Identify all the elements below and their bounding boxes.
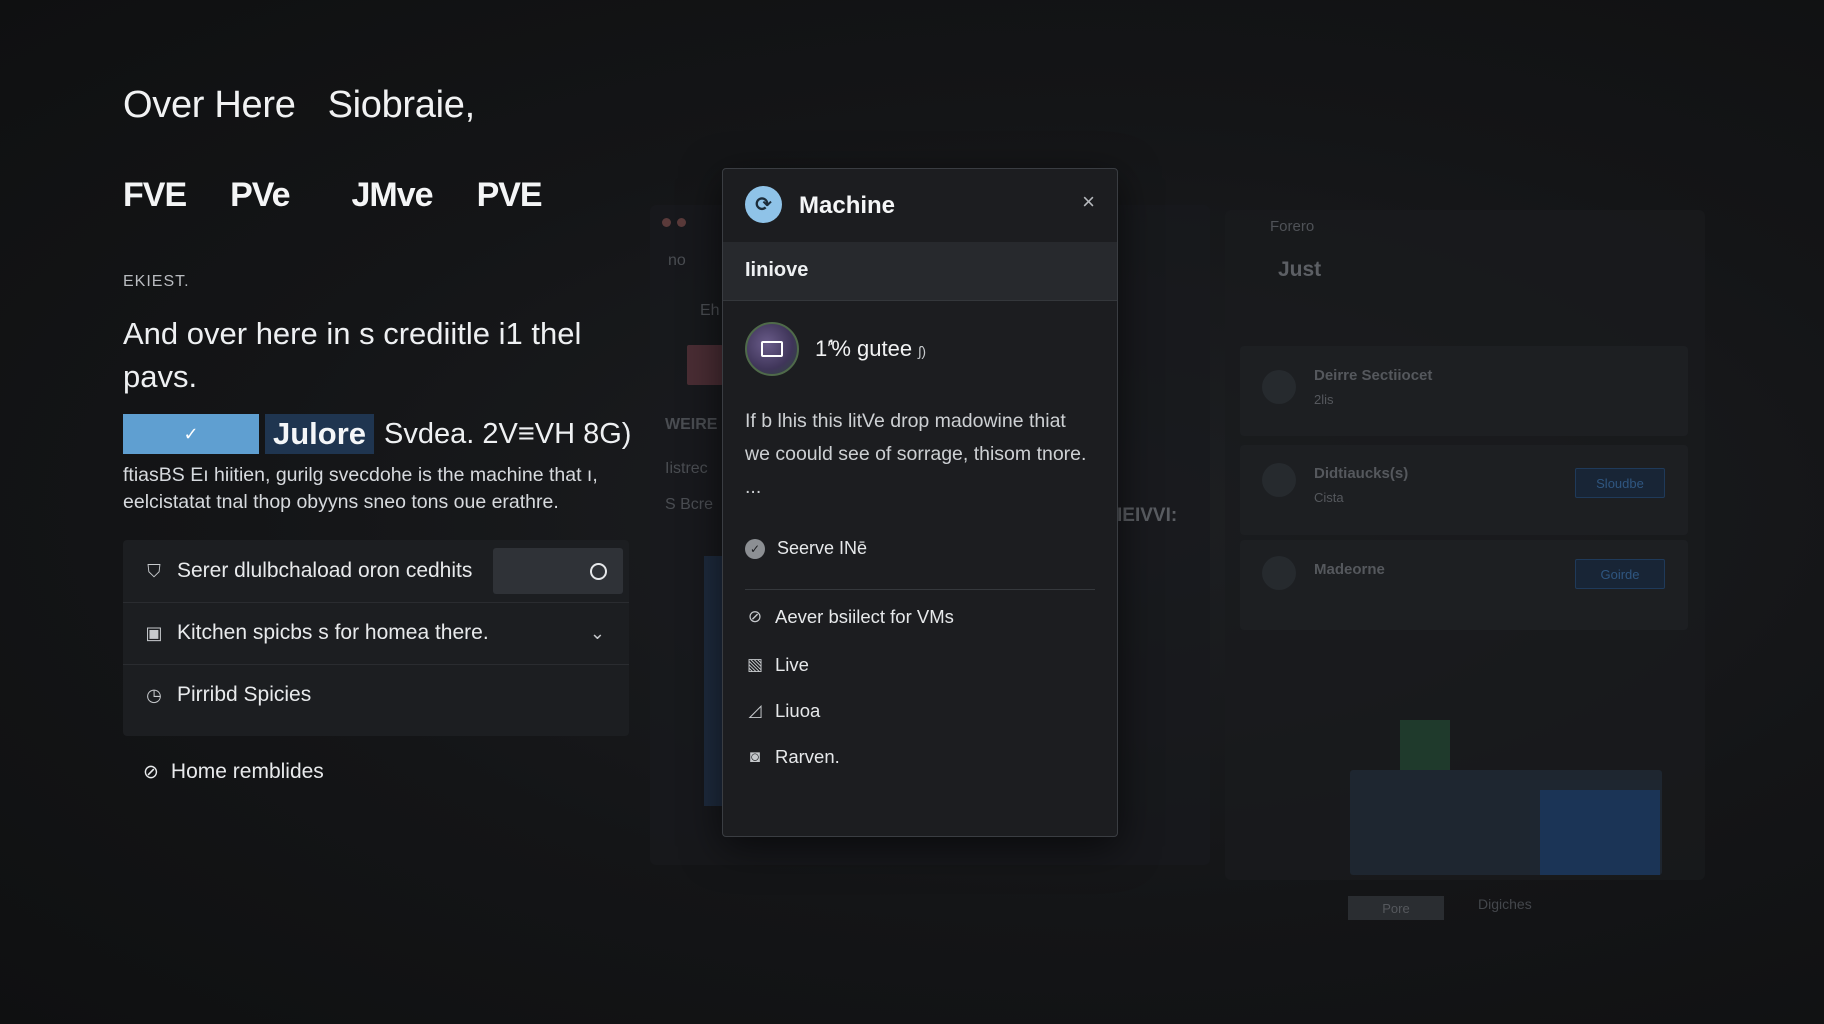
selected-chip[interactable]: Julore bbox=[265, 414, 375, 454]
list-item-label: Rarven. bbox=[775, 746, 840, 767]
bg-card-name: Deirre Sectiiocet bbox=[1314, 367, 1433, 384]
check-icon: ✓ bbox=[183, 423, 199, 444]
description: ftiasBS Eı hiitien, gurilg svecdohe is t… bbox=[123, 464, 598, 513]
selector-row: ✓ Julore Svdea. 2V≡VH 8G) bbox=[123, 413, 631, 455]
tab-jmve[interactable]: JMve bbox=[352, 176, 434, 214]
bg-thumbnail bbox=[687, 345, 723, 385]
tab-pve[interactable]: PVe bbox=[230, 176, 290, 214]
options-card: ⛉ Serer dlulbchaload oron cedhits ▣ Kitc… bbox=[123, 540, 629, 736]
bg-footer-button: Pore bbox=[1348, 896, 1444, 920]
monitor-icon: ▣ bbox=[145, 622, 163, 643]
hero-title-part: Over Here bbox=[123, 84, 296, 126]
status-value: 1′̓% gutee bbox=[815, 336, 913, 361]
machine-modal: ⟳ Machine × Iiniove 1′̓% gutee ʃ) If b l… bbox=[722, 168, 1118, 837]
bg-card bbox=[1240, 346, 1688, 436]
tab-pve-2[interactable]: PVE bbox=[477, 176, 543, 214]
bg-row-label: Eh bbox=[700, 302, 720, 319]
hero-title-part: Siobraie, bbox=[327, 84, 476, 126]
bg-mid-label: IEIVVI: bbox=[1117, 505, 1178, 526]
clock-icon: ◷ bbox=[146, 684, 162, 705]
option-label: Serer dlulbchaload oron cedhits bbox=[177, 559, 473, 582]
bg-chart-bar bbox=[1540, 790, 1660, 875]
serve-label: Seerve INē bbox=[777, 538, 868, 558]
circle-check-icon: ⊘ bbox=[143, 761, 159, 783]
option-row[interactable]: ⛉ Serer dlulbchaload oron cedhits bbox=[123, 540, 629, 603]
machine-logo-icon: ⟳ bbox=[745, 186, 782, 223]
bg-card-avatar bbox=[1262, 463, 1296, 497]
close-icon[interactable]: × bbox=[1082, 191, 1095, 213]
headline: And over here in s crediitle i1 thel pav… bbox=[123, 316, 582, 394]
bg-footer-link: Digiches bbox=[1478, 896, 1532, 912]
modal-list-item[interactable]: ◙ Rarven. bbox=[745, 746, 840, 768]
bg-line: S Bcre bbox=[665, 496, 714, 513]
bg-card-name: Madeorne bbox=[1314, 561, 1385, 578]
option-row[interactable]: ▣ Kitchen spicbs s for homea there. ⌄ bbox=[123, 602, 629, 665]
toggle-knob bbox=[590, 563, 607, 580]
option-label: Pirribd Spicies bbox=[177, 683, 312, 706]
option-label: Kitchen spicbs s for homea there. bbox=[177, 621, 489, 644]
chevron-down-icon[interactable]: ⌄ bbox=[590, 623, 605, 644]
bg-card-name: Didtiaucks(s) bbox=[1314, 465, 1409, 482]
divider bbox=[745, 589, 1095, 590]
selector-tail-text: Svdea. 2V≡VH 8G) bbox=[384, 417, 632, 450]
shield-icon: ⛉ bbox=[147, 560, 161, 581]
status-suffix: ʃ) bbox=[918, 343, 926, 359]
window-controls bbox=[662, 214, 692, 232]
bg-tab-label: no bbox=[668, 252, 686, 269]
eyebrow-label: EKIEST. bbox=[123, 273, 190, 290]
modal-header: ⟳ Machine × bbox=[723, 169, 1117, 242]
modal-body-text: If b lhis this litVe drop madowine thiat… bbox=[745, 410, 1087, 498]
tab-bar: FVE PVe JMve PVE bbox=[123, 176, 586, 215]
edit-icon: ◿ bbox=[748, 701, 762, 720]
home-link[interactable]: ⊘ Home remblides bbox=[143, 760, 324, 784]
bg-card-sub: 2lis bbox=[1314, 392, 1334, 407]
list-item-label: Liuoa bbox=[775, 700, 821, 721]
circle-check-icon: ⊘ bbox=[747, 607, 763, 626]
monitor-avatar-icon bbox=[745, 322, 799, 376]
home-link-label: Home remblides bbox=[170, 760, 324, 783]
modal-subheader-label: Iiniove bbox=[745, 259, 809, 281]
bg-card-avatar bbox=[1262, 556, 1296, 590]
camera-icon: ◙ bbox=[749, 747, 761, 766]
toggle-switch[interactable] bbox=[493, 548, 623, 594]
modal-subheader: Iiniove bbox=[723, 242, 1117, 301]
modal-list-item[interactable]: ◿ Liuoa bbox=[745, 700, 820, 722]
bg-window-heading: Just bbox=[1278, 258, 1322, 281]
bg-card-avatar bbox=[1262, 370, 1296, 404]
bg-card-button: Sloudbe bbox=[1575, 468, 1665, 498]
list-item-label: Aever bsiilect for VMs bbox=[775, 606, 954, 627]
status-row: 1′̓% gutee ʃ) bbox=[745, 322, 926, 376]
modal-list-item[interactable]: ▧ Live bbox=[745, 654, 809, 676]
bg-window-title: Forero bbox=[1270, 218, 1315, 235]
serve-item[interactable]: ✓ Seerve INē bbox=[745, 538, 867, 559]
bg-card-button: Goirde bbox=[1575, 559, 1665, 589]
dropdown-select[interactable]: ✓ bbox=[123, 414, 259, 454]
tab-fve[interactable]: FVE bbox=[123, 176, 187, 214]
image-icon: ▧ bbox=[746, 655, 764, 674]
bg-card-sub: Cista bbox=[1314, 490, 1344, 505]
check-badge-icon: ✓ bbox=[745, 538, 765, 559]
list-item-label: Live bbox=[775, 654, 809, 675]
bg-line: Iistrec bbox=[665, 460, 708, 477]
option-row[interactable]: ◷ Pirribd Spicies bbox=[123, 664, 629, 726]
modal-title: Machine bbox=[799, 192, 896, 219]
modal-list-item[interactable]: ⊘ Aever bsiilect for VMs bbox=[745, 606, 954, 628]
bg-chart-block bbox=[1400, 720, 1450, 770]
status-text: 1′̓% gutee ʃ) bbox=[815, 336, 926, 362]
hero-title: Over Here Siobraie, bbox=[123, 84, 507, 127]
bg-section-label: WEIRE bbox=[665, 416, 718, 433]
